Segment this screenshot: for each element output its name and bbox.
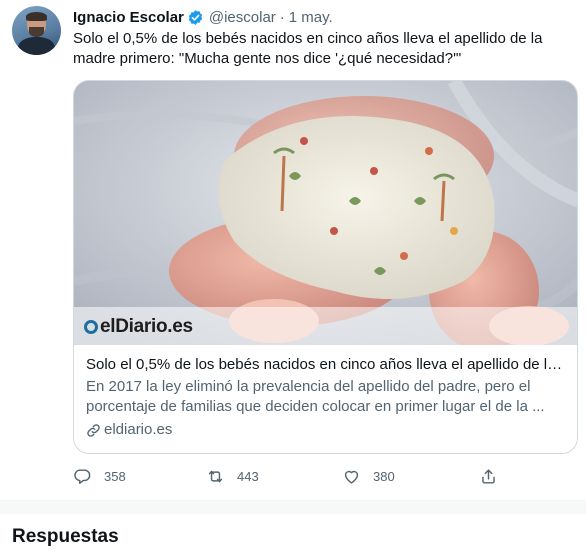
reply-count: 358 (104, 468, 126, 484)
like-button[interactable]: 380 (342, 464, 395, 488)
publisher-logo: elDiario.es (84, 316, 193, 338)
share-button[interactable] (479, 464, 498, 488)
retweet-icon (208, 470, 223, 482)
avatar-beard (29, 27, 44, 37)
logo-text: elDiario.es (100, 316, 193, 337)
card-domain[interactable]: eldiario.es (86, 420, 567, 440)
share-icon (482, 468, 495, 484)
author-name[interactable]: Ignacio Escolar (73, 9, 184, 26)
reply-button[interactable]: 358 (73, 464, 126, 488)
tweet-text: Solo el 0,5% de los bebés nacidos en cin… (73, 30, 543, 67)
heart-icon (344, 470, 359, 484)
link-icon (87, 423, 100, 437)
retweet-count: 443 (237, 468, 259, 484)
replies-heading: Respuestas (12, 526, 119, 547)
card-title[interactable]: Solo el 0,5% de los bebés nacidos en cin… (86, 355, 567, 375)
author-handle[interactable]: @iescolar (209, 9, 276, 26)
author-avatar[interactable] (12, 6, 61, 55)
separator-dot: · (279, 8, 285, 26)
card-domain-text: eldiario.es (104, 421, 173, 438)
link-preview-card[interactable]: elDiario.es Solo el 0,5% de los bebés na… (73, 80, 578, 454)
retweet-button[interactable]: 443 (206, 464, 259, 488)
reply-icon (74, 468, 91, 484)
card-body[interactable]: Solo el 0,5% de los bebés nacidos en cin… (74, 345, 577, 440)
avatar-hair (26, 12, 47, 21)
verified-badge-icon (187, 9, 204, 26)
card-description: En 2017 la ley eliminó la prevalencia de… (86, 378, 545, 415)
tweet-header: Ignacio Escolar @iescolar · 1 may. (73, 7, 333, 27)
tweet-actions: 358 443 380 (73, 464, 513, 488)
card-image: elDiario.es (74, 81, 577, 345)
section-divider (0, 500, 586, 514)
logo-mark-icon (84, 320, 98, 334)
baby-photo (74, 81, 577, 345)
like-count: 380 (373, 468, 395, 484)
tweet-date[interactable]: 1 may. (289, 9, 333, 26)
tweet[interactable]: Ignacio Escolar @iescolar · 1 may. Solo … (0, 0, 586, 500)
avatar-shirt (18, 37, 55, 55)
